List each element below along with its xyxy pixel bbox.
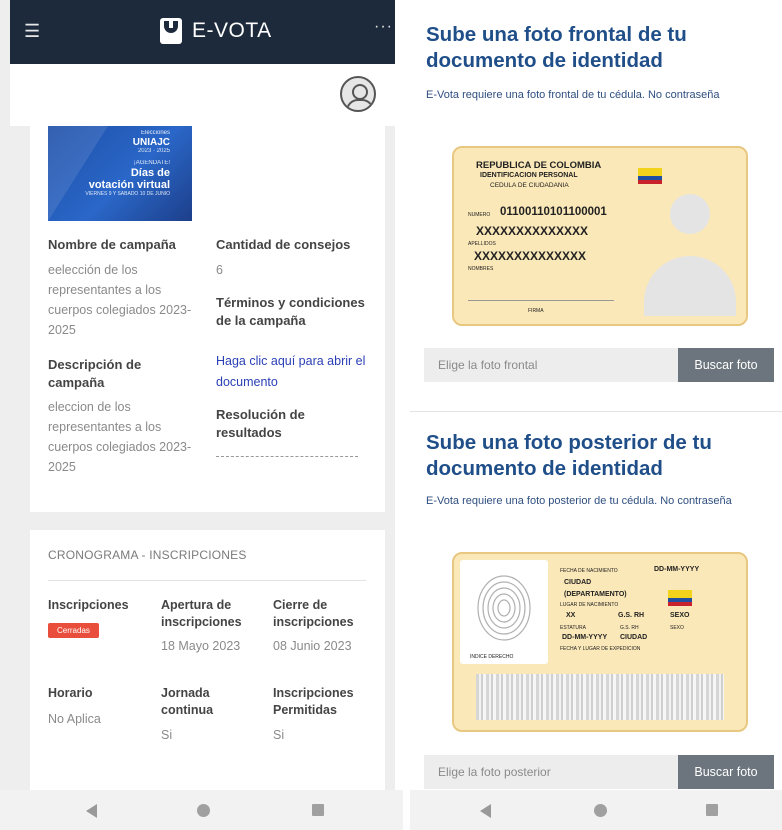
allowed-value: Si — [273, 728, 285, 742]
closing-value: 08 Junio 2023 — [273, 639, 352, 653]
banner-text: votación virtual — [88, 179, 170, 191]
schedule-card: CRONOGRAMA - INSCRIPCIONES Inscripciones… — [30, 530, 385, 790]
continuous-value: Si — [161, 728, 173, 742]
campaign-name-value: eelección de los representantes a los cu… — [48, 263, 192, 337]
photo-head-icon — [670, 194, 710, 234]
card-text: FECHA Y LUGAR DE EXPEDICION — [560, 646, 641, 652]
campaign-banner-image: Elecciones UNIAJC 2023 · 2025 ¡AGENDATE!… — [48, 126, 192, 221]
card-text: 01100110101100001 — [500, 206, 607, 218]
fingerprint-icon — [477, 575, 531, 641]
back-photo-input[interactable]: Elige la foto posterior — [424, 755, 678, 789]
card-text: XX — [566, 612, 576, 619]
opening-label: Apertura de inscripciones — [161, 598, 242, 629]
campaign-screen: ☰ E-VOTA ··· Elecciones UNIAJC 2023 · 20… — [0, 0, 395, 790]
front-search-photo-button[interactable]: Buscar foto — [678, 348, 774, 382]
campaign-card: Elecciones UNIAJC 2023 · 2025 ¡AGENDATE!… — [30, 126, 385, 512]
colombia-flag-icon — [638, 168, 662, 184]
results-label: Resolución de resultados — [216, 407, 305, 440]
hamburger-icon[interactable]: ☰ — [24, 20, 40, 42]
top-app-bar: ☰ E-VOTA ··· — [10, 0, 395, 64]
id-upload-screen: Sube una foto frontal de tu documento de… — [410, 0, 782, 790]
card-text: CEDULA DE CIUDADANIA — [490, 182, 569, 189]
banner-text: Días de — [130, 167, 170, 179]
fingerprint-box: INDICE DERECHO — [460, 560, 548, 664]
id-front-illustration: REPUBLICA DE COLOMBIA IDENTIFICACION PER… — [452, 146, 748, 326]
card-text: APELLIDOS — [468, 241, 496, 247]
card-text: G.S. RH — [618, 612, 645, 619]
card-text: DD-MM-YYYY — [654, 566, 700, 573]
card-text: SEXO — [670, 612, 690, 619]
nav-home-icon[interactable] — [594, 804, 607, 817]
user-bar — [10, 64, 395, 126]
card-text: NOMBRES — [468, 266, 494, 272]
schedule-hours-label: Horario — [48, 686, 93, 700]
allowed-label: Inscripciones Permitidas — [273, 686, 354, 717]
nav-back-icon[interactable] — [86, 804, 97, 818]
results-placeholder-line — [216, 456, 358, 457]
schedule-title: CRONOGRAMA - INSCRIPCIONES — [48, 548, 247, 562]
back-search-photo-button[interactable]: Buscar foto — [678, 755, 774, 789]
card-text: G.S. RH — [620, 625, 639, 631]
card-text: ESTATURA — [560, 625, 586, 631]
card-text: DD-MM-YYYY — [562, 634, 608, 641]
terms-document-link[interactable]: Haga clic aquí para abrir el documento — [216, 351, 366, 393]
front-upload-title: Sube una foto frontal de tu documento de… — [426, 23, 687, 72]
card-text: CIUDAD — [564, 579, 592, 586]
photo-body-icon — [644, 256, 736, 316]
closing-label: Cierre de inscripciones — [273, 598, 354, 629]
banner-text: ¡AGENDATE! — [133, 160, 170, 166]
card-text: SEXO — [670, 625, 684, 631]
card-text: XXXXXXXXXXXXXX — [474, 249, 587, 263]
signature-line — [468, 300, 614, 301]
colombia-flag-icon — [668, 590, 692, 606]
terms-label: Términos y condiciones de la campaña — [216, 295, 365, 328]
banner-text: UNIAJC — [132, 137, 170, 148]
opening-value: 18 Mayo 2023 — [161, 639, 241, 653]
back-upload-subtitle: E-Vota requiere una foto posterior de tu… — [426, 495, 732, 507]
card-text: FIRMA — [528, 308, 544, 314]
nav-recent-icon[interactable] — [312, 804, 324, 816]
card-text: REPUBLICA DE COLOMBIA — [476, 160, 602, 171]
logo-icon — [160, 18, 182, 44]
banner-text: VIERNES 9 Y SABADO 10 DE JUNIO — [85, 191, 170, 197]
nav-home-icon[interactable] — [197, 804, 210, 817]
id-back-illustration: INDICE DERECHO FECHA DE NACIMIENTO DD-MM… — [452, 552, 748, 732]
divider — [48, 580, 366, 581]
front-upload-subtitle: E-Vota requiere una foto frontal de tu c… — [426, 89, 720, 101]
android-nav-bar — [410, 790, 782, 830]
campaign-description-value: eleccion de los representantes a los cue… — [48, 400, 192, 474]
status-badge: Cerradas — [48, 623, 99, 638]
council-count-label: Cantidad de consejos — [216, 237, 351, 252]
section-divider — [410, 411, 782, 412]
card-text: CIUDAD — [620, 634, 648, 641]
user-avatar-icon[interactable] — [340, 76, 376, 112]
banner-text: 2023 · 2025 — [137, 148, 170, 154]
front-photo-input[interactable]: Elige la foto frontal — [424, 348, 678, 382]
card-text: FECHA DE NACIMIENTO — [560, 568, 618, 574]
android-nav-bar — [0, 790, 403, 830]
nav-recent-icon[interactable] — [706, 804, 718, 816]
council-count-value: 6 — [216, 263, 223, 277]
registration-label: Inscripciones — [48, 598, 129, 612]
card-text: XXXXXXXXXXXXXX — [476, 224, 589, 238]
card-text: LUGAR DE NACIMIENTO — [560, 602, 619, 608]
campaign-name-label: Nombre de campaña — [48, 237, 176, 252]
app-name: E-VOTA — [192, 19, 272, 42]
card-text: NUMERO — [468, 212, 491, 218]
continuous-label: Jornada continua — [161, 686, 214, 717]
back-upload-title: Sube una foto posterior de tu documento … — [426, 431, 712, 480]
card-text: IDENTIFICACION PERSONAL — [480, 172, 578, 179]
nav-back-icon[interactable] — [480, 804, 491, 818]
banner-text: Elecciones — [140, 130, 170, 136]
campaign-description-label: Descripción de campaña — [48, 357, 142, 390]
brand: E-VOTA — [160, 16, 272, 46]
schedule-hours-value: No Aplica — [48, 712, 101, 726]
more-icon[interactable]: ··· — [374, 18, 393, 36]
barcode — [476, 674, 724, 720]
card-text: INDICE DERECHO — [470, 654, 514, 660]
card-text: (DEPARTAMENTO) — [564, 591, 627, 598]
